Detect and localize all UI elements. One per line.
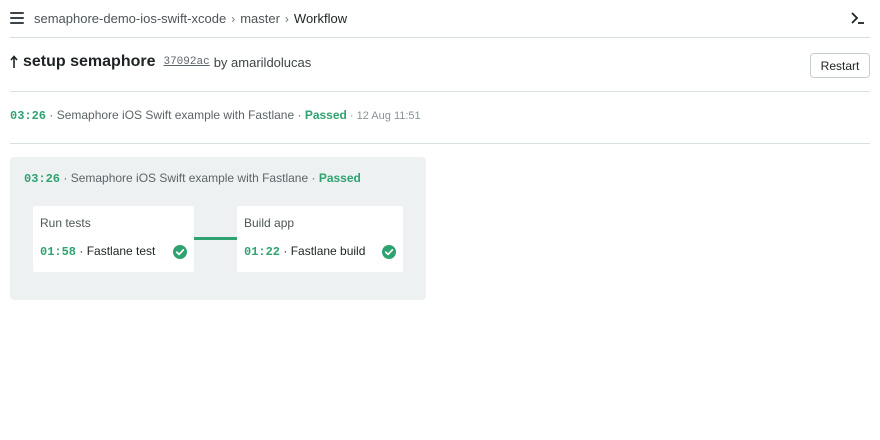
divider [10,91,870,92]
separator: · [294,108,305,122]
separator: · [280,244,291,258]
hamburger-icon[interactable] [10,12,24,24]
check-circle-icon [173,245,187,259]
pipeline-name: Semaphore iOS Swift example with Fastlan… [56,108,295,122]
breadcrumb-separator: › [284,12,289,26]
separator: · [76,244,87,258]
job-name: Fastlane build [290,244,366,258]
terminal-icon[interactable] [850,10,866,26]
job-fastlane-test[interactable]: 01:58 · Fastlane test [40,244,187,259]
block-connector [194,237,237,240]
breadcrumb-branch-link[interactable]: master [240,11,280,26]
status-passed: Passed [318,171,361,185]
workflow-title: setup semaphore [23,53,156,70]
status-passed: Passed [304,108,347,122]
block-build-app: Build app 01:22 · Fastlane build [237,206,403,272]
separator: · [46,108,57,122]
pipeline-name: Semaphore iOS Swift example with Fastlan… [70,171,309,185]
pipeline-panel: 03:26 · Semaphore iOS Swift example with… [10,157,426,300]
pipeline-duration: 03:26 [10,109,47,123]
commit-sha-link[interactable]: 37092ac [163,56,209,68]
pipeline-summary[interactable]: 03:26 · Semaphore iOS Swift example with… [10,108,421,123]
job-duration: 01:58 [40,245,77,259]
divider [10,143,870,144]
separator: · [60,171,71,185]
job-name: Fastlane test [86,244,156,258]
job-fastlane-build[interactable]: 01:22 · Fastlane build [244,244,396,259]
separator: · [346,110,357,122]
breadcrumb-separator: › [231,12,236,26]
arrow-up-icon [10,55,18,68]
commit-author: by amarildolucas [213,54,312,70]
restart-button[interactable]: Restart [810,53,870,78]
pipeline-header: 03:26 · Semaphore iOS Swift example with… [24,171,361,186]
pipeline-timestamp: 12 Aug 11:51 [356,110,421,122]
block-title: Run tests [40,216,91,230]
block-run-tests: Run tests 01:58 · Fastlane test [33,206,194,272]
separator: · [308,171,319,185]
block-title: Build app [244,216,295,230]
divider [10,37,870,38]
breadcrumb: semaphore-demo-ios-swift-xcode › master › Wo… [34,11,347,27]
workflow-header: setup semaphore 37092ac by amarildolucas [10,53,311,75]
breadcrumb-current: Workflow [293,11,348,26]
check-circle-icon [382,245,396,259]
job-duration: 01:22 [244,245,281,259]
pipeline-duration: 03:26 [24,172,61,186]
breadcrumb-project-link[interactable]: semaphore-demo-ios-swift-xcode [34,11,226,26]
top-bar: semaphore-demo-ios-swift-xcode › master › Wo… [0,0,880,38]
